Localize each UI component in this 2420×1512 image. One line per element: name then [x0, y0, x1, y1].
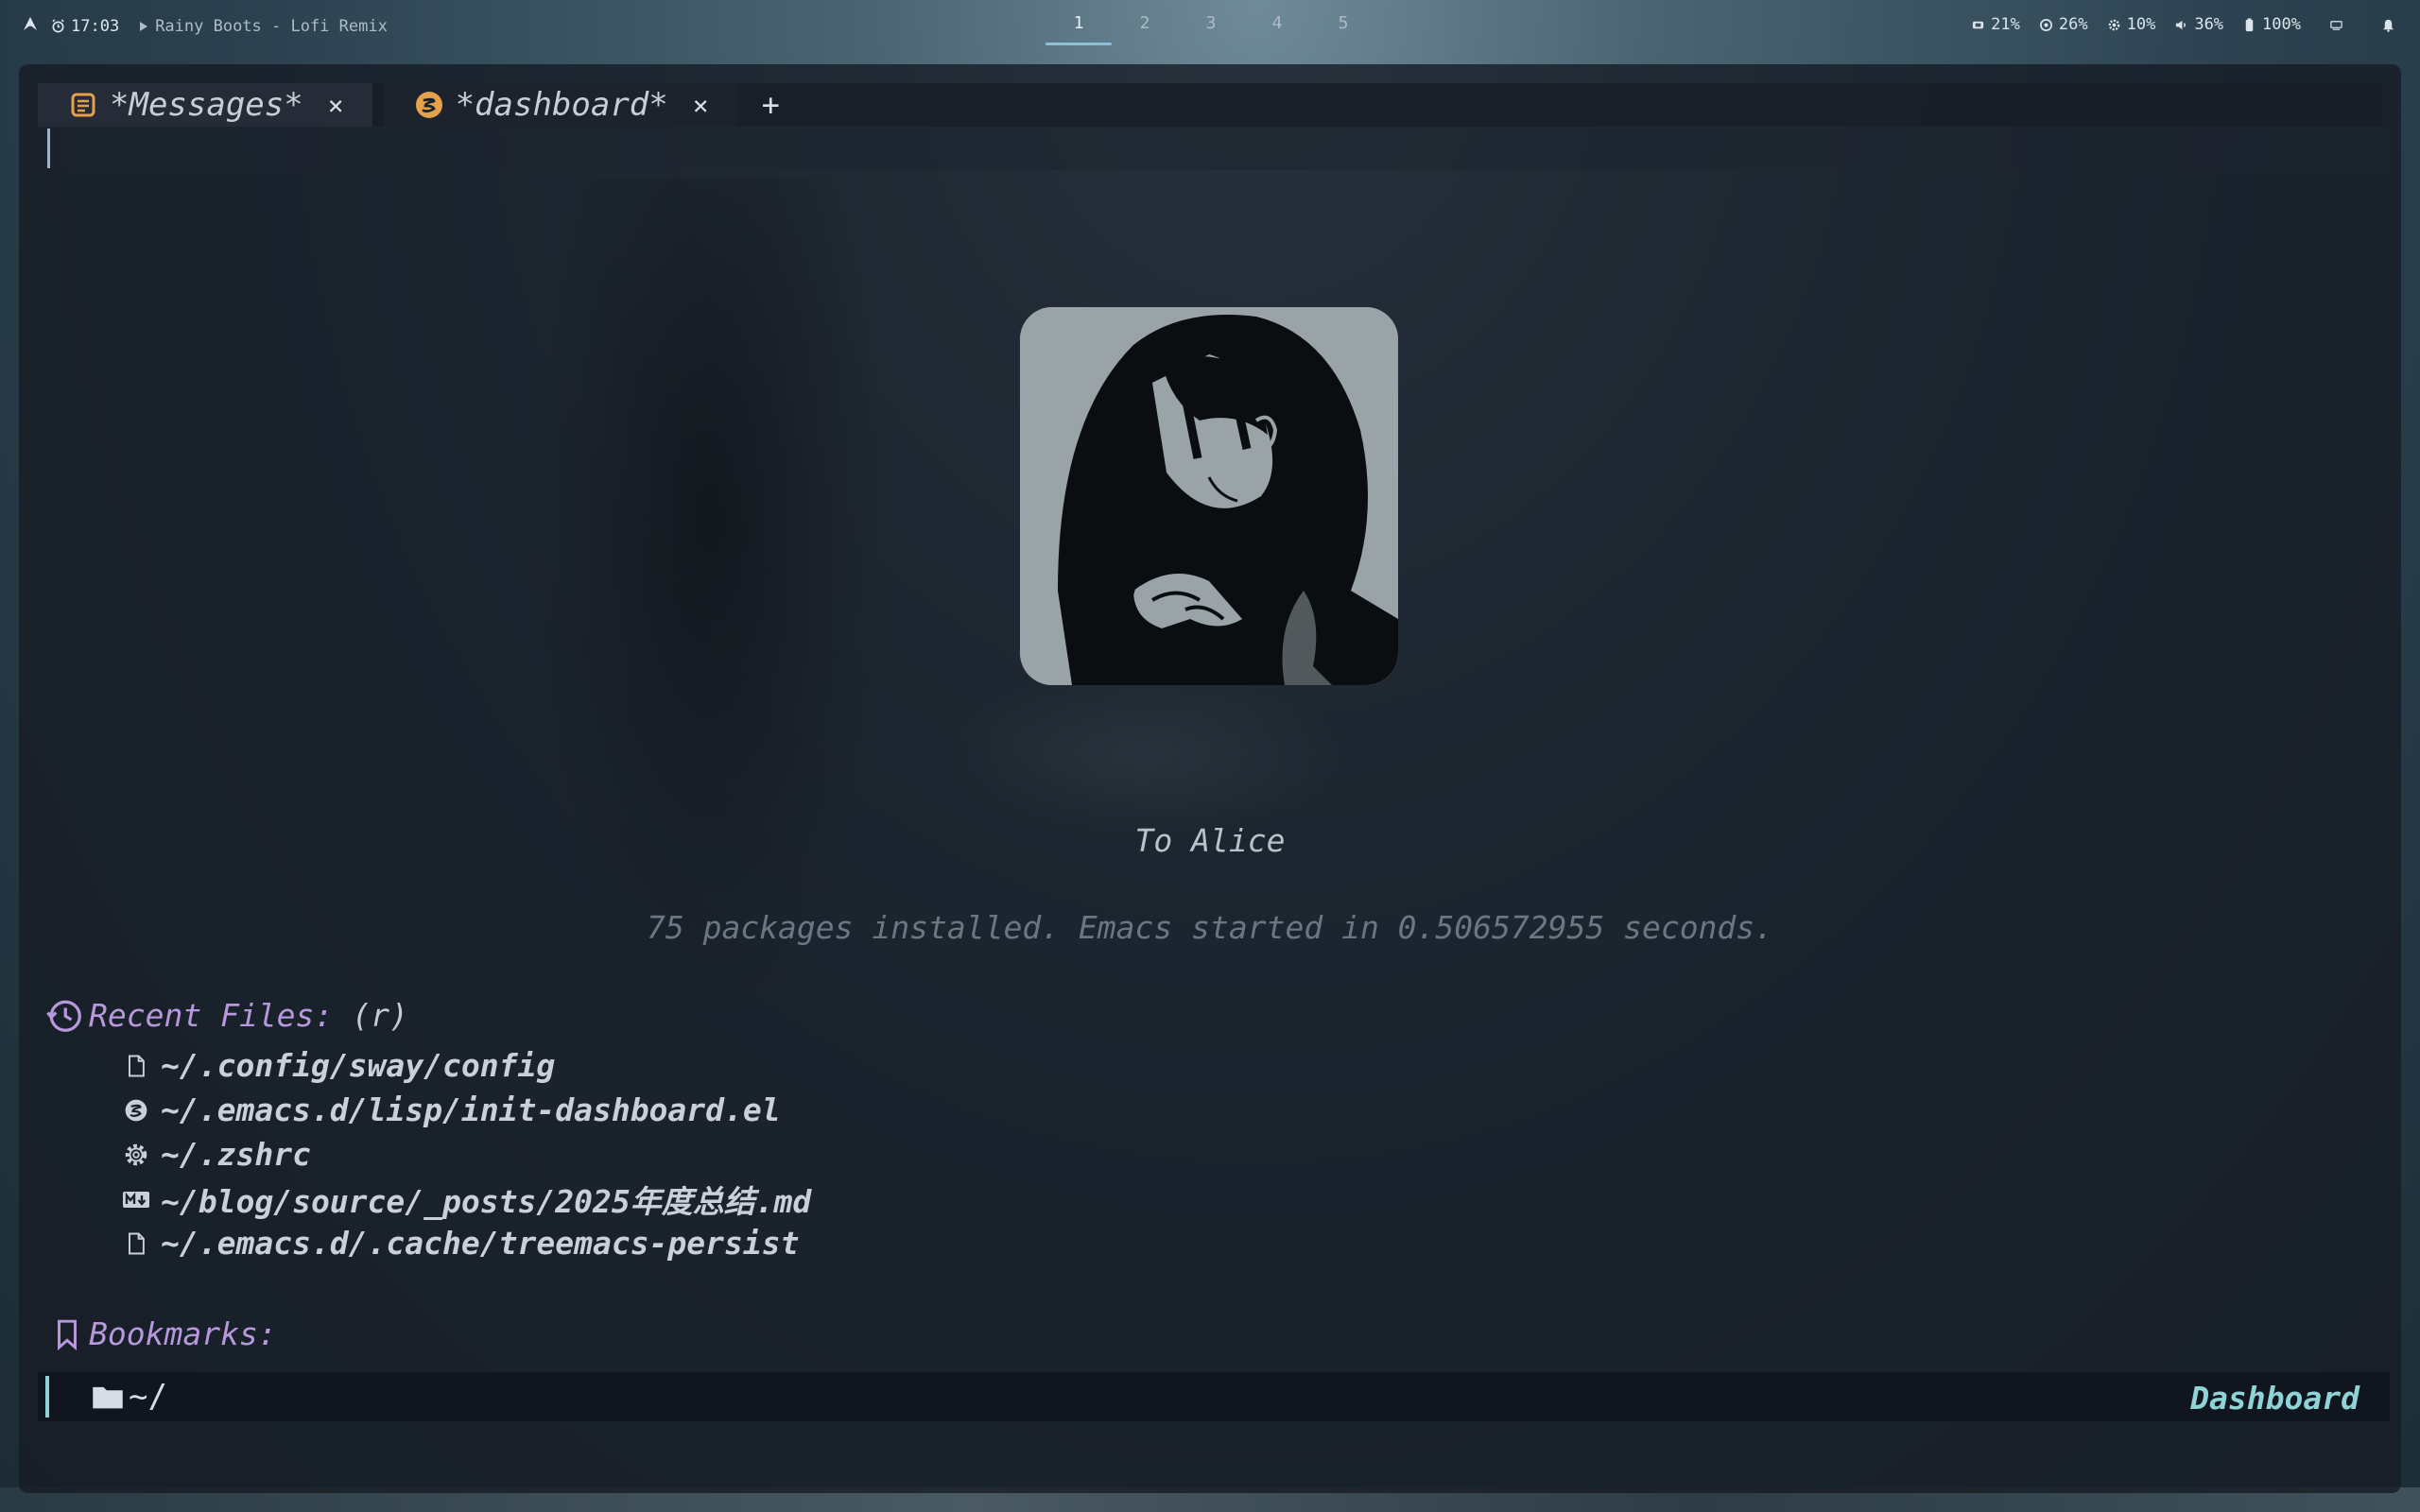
file-icon — [121, 1051, 151, 1081]
disk-value: 10% — [2126, 15, 2156, 34]
tab-dashboard[interactable]: *dashboard* × — [383, 83, 737, 127]
recent-file-item[interactable]: ~/.zshrc — [121, 1132, 811, 1177]
workspace-3[interactable]: 3 — [1178, 0, 1244, 45]
recent-file-item[interactable]: ~/.emacs.d/.cache/treemacs-persist — [121, 1221, 811, 1265]
cpu-value: 26% — [2058, 15, 2088, 34]
recent-file-item[interactable]: ~/.emacs.d/lisp/init-dashboard.el — [121, 1088, 811, 1132]
directory-text: ~/ — [129, 1378, 167, 1416]
network-icon — [2330, 20, 2342, 30]
new-tab-button[interactable]: + — [762, 87, 780, 123]
battery-icon — [2245, 17, 2254, 31]
network-stat[interactable] — [2329, 18, 2343, 32]
top-bar-right: 21% 26% 10% 36% 100% — [1971, 15, 2395, 34]
scroll-icon — [68, 90, 98, 120]
volume-stat[interactable]: 36% — [2174, 15, 2223, 34]
dashboard-tagline: To Alice — [1134, 822, 1286, 859]
wallpaper-figure — [529, 178, 889, 1028]
recent-files-list: ~/.config/sway/config ~/.emacs.d/lisp/in… — [121, 1043, 811, 1265]
memory-value: 21% — [1991, 15, 2020, 34]
workspace-switcher: 1 2 3 4 5 — [1046, 0, 1376, 45]
memory-stat[interactable]: 21% — [1971, 15, 2020, 34]
volume-icon — [2176, 20, 2187, 29]
top-bar: 17:03 Rainy Boots - Lofi Remix 1 2 3 4 5… — [0, 0, 2420, 53]
bell-icon — [2382, 19, 2394, 32]
bookmark-icon — [58, 1319, 77, 1350]
file-path: ~/.zshrc — [161, 1136, 311, 1173]
major-mode[interactable]: Dashboard — [2190, 1380, 2360, 1417]
top-bar-left: 17:03 Rainy Boots - Lofi Remix — [23, 16, 388, 36]
emacs-icon — [121, 1095, 151, 1125]
clock-widget[interactable]: 17:03 — [51, 17, 119, 36]
disk-gear-icon — [2108, 19, 2119, 30]
volume-value: 36% — [2194, 15, 2224, 34]
alarm-icon — [52, 19, 64, 33]
file-path: ~/.emacs.d/lisp/init-dashboard.el — [161, 1091, 781, 1128]
tab-label: *Messages* — [110, 86, 303, 124]
cpu-icon — [2039, 18, 2052, 31]
cpu-stat[interactable]: 26% — [2039, 15, 2088, 34]
mode-line: ~/ Dashboard — [38, 1372, 2390, 1421]
file-path: ~/blog/source/_posts/2025年度总结.md — [161, 1182, 812, 1220]
disk-stat[interactable]: 10% — [2107, 15, 2156, 34]
tab-close-button[interactable]: × — [693, 90, 709, 121]
header-line — [38, 127, 2390, 170]
wallpaper-light — [945, 669, 1342, 839]
recent-files-heading[interactable]: Recent Files: (r) — [45, 996, 408, 1034]
emacs-frame: *Messages* × *dashboard* × + To Alice 75… — [19, 64, 2401, 1493]
emacs-icon — [414, 90, 444, 120]
recent-files-title: Recent Files: — [89, 996, 334, 1034]
workspace-4[interactable]: 4 — [1244, 0, 1310, 45]
workspace-5[interactable]: 5 — [1310, 0, 1376, 45]
recent-file-item[interactable]: ~/blog/source/_posts/2025年度总结.md — [121, 1177, 811, 1221]
workspace-2[interactable]: 2 — [1112, 0, 1178, 45]
arch-icon[interactable] — [23, 16, 38, 36]
tab-line: *Messages* × *dashboard* × + — [38, 83, 2382, 127]
play-icon — [140, 21, 148, 31]
recent-files-shortcut: (r) — [352, 996, 408, 1034]
battery-stat[interactable]: 100% — [2242, 15, 2301, 34]
dashboard-load-info: 75 packages installed. Emacs started in … — [646, 909, 1774, 946]
file-icon — [121, 1228, 151, 1259]
tab-messages[interactable]: *Messages* × — [38, 83, 372, 127]
tab-close-button[interactable]: × — [328, 90, 344, 121]
tab-label: *dashboard* — [455, 86, 668, 124]
markdown-icon — [121, 1184, 151, 1214]
bookmarks-title: Bookmarks: — [89, 1315, 277, 1352]
clock-text: 17:03 — [71, 16, 120, 36]
workspace-1[interactable]: 1 — [1046, 0, 1112, 45]
file-path: ~/.emacs.d/.cache/treemacs-persist — [161, 1225, 800, 1262]
mode-line-directory[interactable]: ~/ — [91, 1378, 167, 1416]
file-path: ~/.config/sway/config — [161, 1047, 556, 1084]
history-icon — [46, 1000, 81, 1032]
banner-image — [1020, 307, 1398, 685]
memory-icon — [1973, 21, 1984, 28]
media-widget[interactable]: Rainy Boots - Lofi Remix — [140, 17, 388, 36]
gear-icon — [121, 1140, 151, 1170]
folder-icon — [93, 1386, 123, 1409]
notification-stat[interactable] — [2381, 18, 2395, 32]
song-title: Rainy Boots - Lofi Remix — [155, 16, 388, 36]
recent-file-item[interactable]: ~/.config/sway/config — [121, 1043, 811, 1088]
battery-value: 100% — [2262, 15, 2301, 34]
bookmarks-heading[interactable]: Bookmarks: — [51, 1315, 277, 1352]
cursor — [47, 129, 50, 168]
mode-line-indicator — [45, 1376, 49, 1418]
